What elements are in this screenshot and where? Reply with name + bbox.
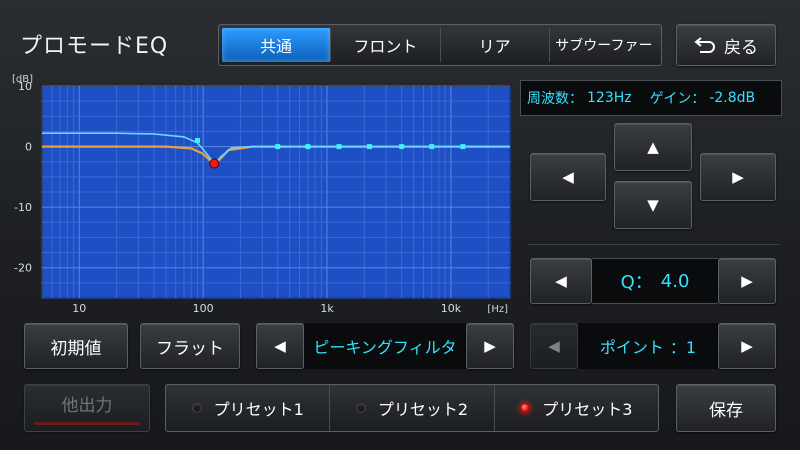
freq-label: 周波数： <box>527 91 583 107</box>
point-prev-button[interactable]: ◀ <box>530 323 578 369</box>
freq-gain-readout: 周波数： 123Hz ゲイン： -2.8dB <box>520 80 782 116</box>
x-tick-label: 100 <box>193 302 214 315</box>
freq-value: 123Hz <box>587 90 632 106</box>
eq-point <box>366 144 372 150</box>
point-next-button[interactable]: ▶ <box>718 323 776 369</box>
eq-point <box>194 138 200 144</box>
eq-point <box>399 144 405 150</box>
point-value: ：1 <box>669 338 697 357</box>
preset-1-label: プリセット1 <box>213 400 304 419</box>
right-arrow-icon: ▶ <box>741 272 753 290</box>
eq-point <box>275 144 281 150</box>
left-arrow-icon: ◀ <box>555 272 567 290</box>
left-arrow-icon: ◀ <box>562 168 574 186</box>
point-display: ポイント ：1 <box>578 323 718 369</box>
preset-2-indicator-icon <box>355 403 366 413</box>
q-decrease-button[interactable]: ◀ <box>530 258 592 304</box>
channel-tabs: 共通 フロント リア サブウーファー <box>218 24 662 66</box>
save-button[interactable]: 保存 <box>676 384 776 432</box>
x-tick-label: 10k <box>441 302 462 315</box>
q-increase-button[interactable]: ▶ <box>718 258 776 304</box>
left-arrow-icon: ◀ <box>548 337 560 355</box>
other-output-indicator <box>34 422 140 425</box>
eq-point <box>460 144 466 150</box>
filter-prev-button[interactable]: ◀ <box>256 323 304 369</box>
flat-button[interactable]: フラット <box>140 323 240 369</box>
gain-label: ゲイン： <box>649 91 706 107</box>
nav-right-button[interactable]: ▶ <box>700 153 776 201</box>
init-button[interactable]: 初期値 <box>24 323 128 369</box>
divider <box>528 244 780 245</box>
nav-down-button[interactable]: ▼ <box>614 181 692 229</box>
x-tick-label: 1k <box>320 302 334 315</box>
eq-point-selected <box>209 158 220 169</box>
other-output-button[interactable]: 他出力 <box>24 384 150 432</box>
eq-point <box>336 144 342 150</box>
right-arrow-icon: ▶ <box>484 337 496 355</box>
eq-chart[interactable]: 10 0 -10 -20 [dB] 10 100 1k 10k [Hz] <box>0 70 520 320</box>
x-tick-label: 10 <box>72 302 86 315</box>
down-arrow-icon: ▼ <box>647 196 659 214</box>
tab-common[interactable]: 共通 <box>222 28 332 62</box>
other-output-label: 他出力 <box>61 396 113 416</box>
q-value-display: Q： 4.0 <box>592 258 718 304</box>
eq-point <box>429 144 435 150</box>
left-arrow-icon: ◀ <box>274 337 286 355</box>
q-value: 4.0 <box>660 270 690 292</box>
q-label: Q： <box>620 272 653 293</box>
preset-3-button[interactable]: プリセット3 <box>495 385 658 431</box>
preset-3-label: プリセット3 <box>542 400 633 419</box>
y-tick-label: -20 <box>14 262 32 275</box>
y-tick-label: 0 <box>25 141 32 154</box>
preset-group: プリセット1 プリセット2 プリセット3 <box>165 384 659 432</box>
preset-1-button[interactable]: プリセット1 <box>166 385 331 431</box>
x-axis-unit-label: [Hz] <box>487 304 508 315</box>
eq-point <box>305 144 311 150</box>
filter-next-button[interactable]: ▶ <box>466 323 514 369</box>
preset-2-button[interactable]: プリセット2 <box>330 385 495 431</box>
nav-up-button[interactable]: ▲ <box>614 123 692 171</box>
back-button[interactable]: 戻る <box>676 24 776 66</box>
page-title: プロモードEQ <box>20 34 169 59</box>
tab-front[interactable]: フロント <box>331 28 441 62</box>
y-axis-unit-label: [dB] <box>12 74 33 85</box>
back-label: 戻る <box>724 37 758 58</box>
filter-type-display: ピーキングフィルタ <box>304 323 466 369</box>
up-arrow-icon: ▲ <box>647 138 659 156</box>
eq-chart-svg[interactable]: 100-10-20[dB]10 100 1k 10k [Hz] <box>0 70 520 320</box>
tab-rear[interactable]: リア <box>441 28 550 62</box>
y-tick-label: -10 <box>14 201 32 214</box>
preset-2-label: プリセット2 <box>377 400 469 419</box>
tab-subwoofer[interactable]: サブウーファー <box>550 28 658 62</box>
return-arrow-icon <box>694 37 715 53</box>
nav-left-button[interactable]: ◀ <box>530 153 606 201</box>
right-arrow-icon: ▶ <box>741 337 753 355</box>
gain-value: -2.8dB <box>709 90 756 106</box>
preset-3-indicator-icon <box>520 403 531 413</box>
point-label: ポイント <box>599 338 664 357</box>
preset-1-indicator-icon <box>191 403 202 413</box>
right-arrow-icon: ▶ <box>732 168 744 186</box>
